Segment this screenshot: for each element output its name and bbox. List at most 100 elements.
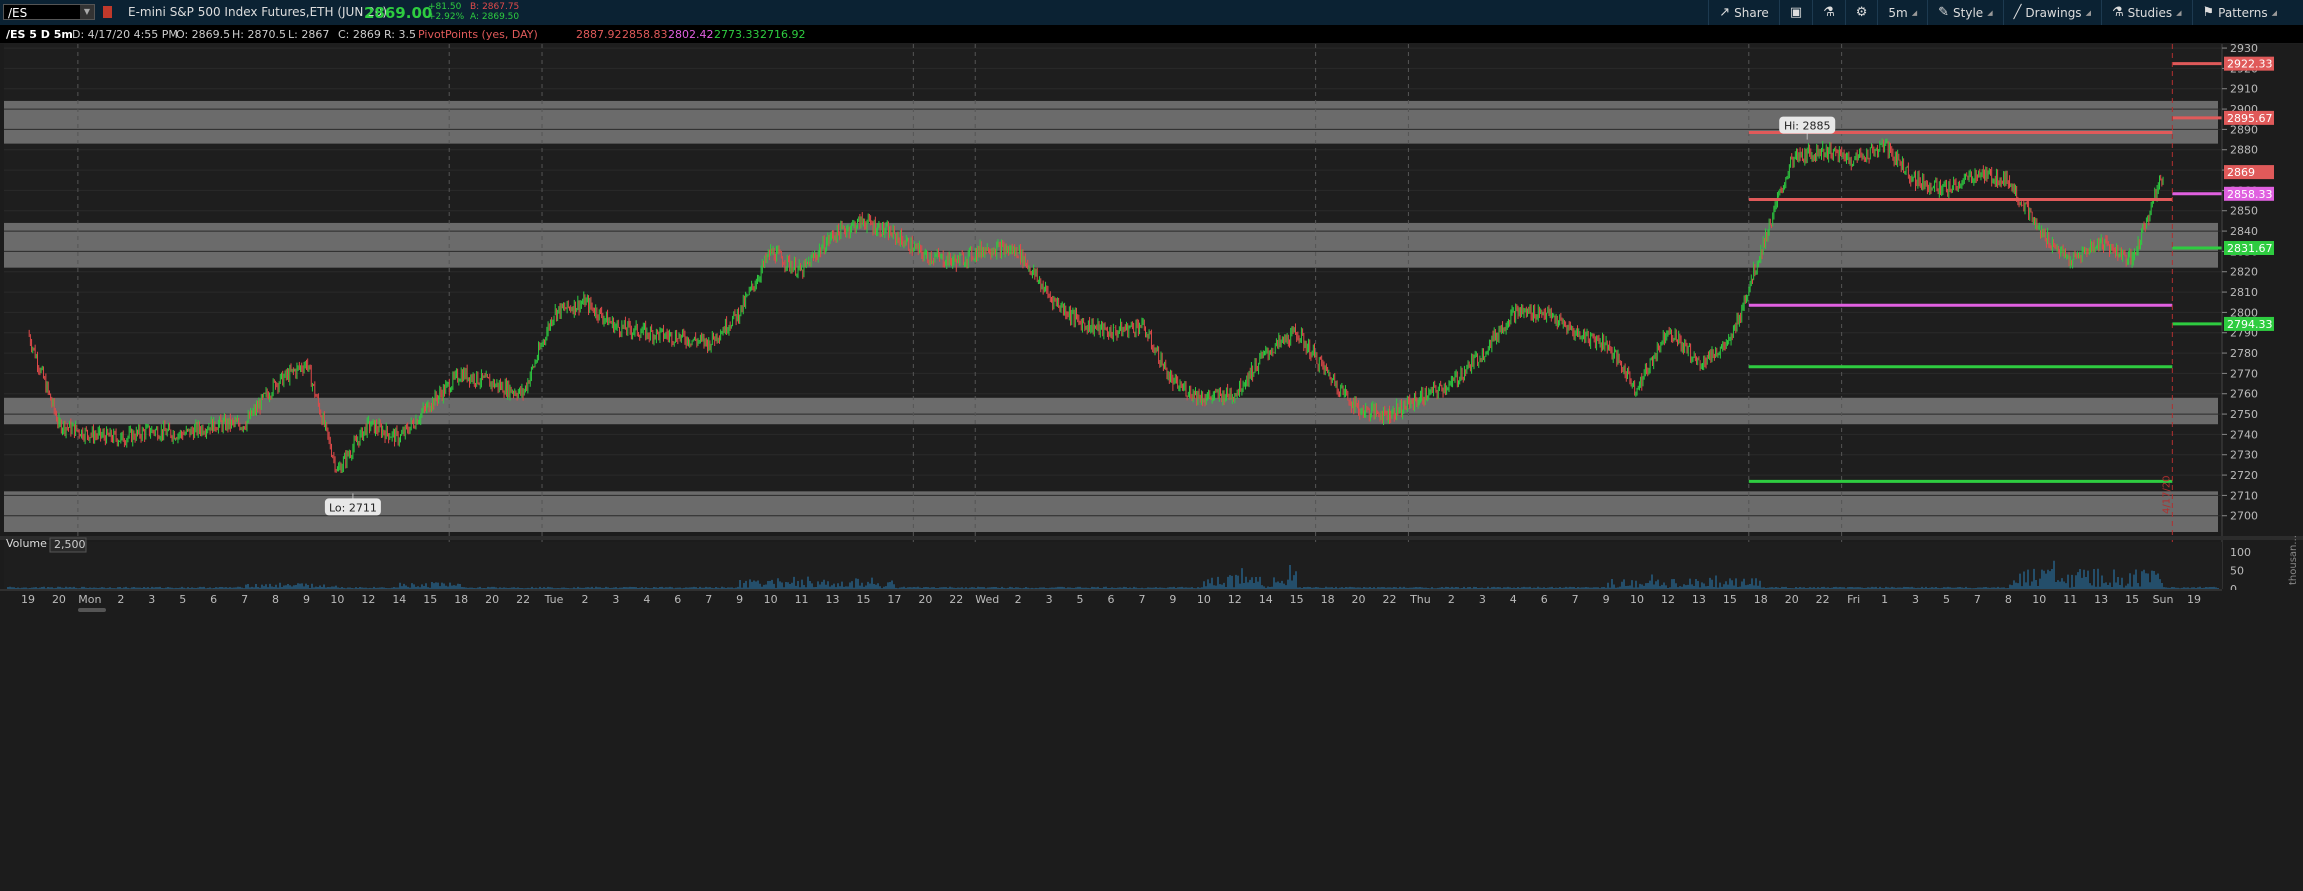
x-tick-label: Mon (78, 593, 101, 606)
change-percent: +2.92% (428, 12, 465, 22)
x-tick-label: 12 (1228, 593, 1242, 606)
share-button[interactable]: ↗ Share (1708, 0, 1779, 25)
patterns-button[interactable]: ⚑ Patterns ◢ (2191, 0, 2287, 25)
caret-icon: ◢ (1987, 8, 1993, 17)
y-tick-label: 2760 (2230, 388, 2258, 401)
bar-high: H: 2870.5 (232, 28, 286, 41)
symbol-input[interactable]: /ES ▼ (3, 4, 95, 20)
bar-range: R: 3.5 (384, 28, 417, 41)
x-tick-label: 13 (2094, 593, 2108, 606)
x-tick-label: 9 (1603, 593, 1610, 606)
x-tick-label: 11 (2063, 593, 2077, 606)
flask-button[interactable]: ⚗ (1812, 0, 1845, 25)
x-tick-label: 7 (705, 593, 712, 606)
x-tick-label: 5 (1077, 593, 1084, 606)
annotation-label: Hi: 2885 (1784, 120, 1831, 133)
x-tick-label: 10 (2032, 593, 2046, 606)
y-tick-label: 2890 (2230, 123, 2258, 136)
x-tick-label: 19 (21, 593, 35, 606)
x-tick-label: 3 (1046, 593, 1053, 606)
x-tick-label: 10 (330, 593, 344, 606)
x-tick-label: 2 (1448, 593, 1455, 606)
x-tick-label: 12 (1661, 593, 1675, 606)
x-tick-label: 2 (1015, 593, 1022, 606)
bid-ask: B: 2867.75 A: 2869.50 (470, 2, 519, 22)
y-tick-label: 2710 (2230, 489, 2258, 502)
y-tick-label: 2880 (2230, 144, 2258, 157)
caret-icon: ◢ (2176, 8, 2182, 17)
volume-scale-label: 2,500 (54, 538, 86, 551)
x-tick-label: Sun (2153, 593, 2174, 606)
chart-area[interactable]: 4/17/20 Hi: 2885 Lo: 2711 2700 2710 2720 2730 2… (0, 42, 2303, 891)
patterns-label: Patterns (2218, 5, 2268, 20)
drawings-button[interactable]: ╱ Drawings ◢ (2002, 0, 2101, 25)
volume-unit-label: thousan... (2288, 535, 2299, 585)
change-absolute: +81.50 (428, 2, 462, 12)
y-tick-label: 2840 (2230, 225, 2258, 238)
x-tick-label: 20 (485, 593, 499, 606)
x-tick-label: 7 (1138, 593, 1145, 606)
ask-price: A: 2869.50 (470, 12, 520, 22)
x-tick-label: 8 (2005, 593, 2012, 606)
timeframe-button[interactable]: 5m ◢ (1877, 0, 1927, 25)
x-tick-label: 6 (674, 593, 681, 606)
studies-button[interactable]: ⚗ Studies ◢ (2100, 0, 2192, 25)
x-tick-label: 15 (1290, 593, 1304, 606)
price-label: 2831.67 (2227, 242, 2273, 255)
x-tick-label: 9 (303, 593, 310, 606)
date-marker-label: 4/17/20 (2161, 475, 2172, 514)
x-tick-label: 1 (1881, 593, 1888, 606)
bar-open: O: 2869.5 (176, 28, 231, 41)
chart-info-bar: /ES 5 D 5m D: 4/17/20 4:55 PM O: 2869.5 … (0, 26, 2303, 43)
settings-button[interactable]: ⚙ (1844, 0, 1878, 25)
x-tick-label: 22 (1382, 593, 1396, 606)
x-tick-label: 4 (643, 593, 650, 606)
pencil-icon: ╱ (2013, 5, 2022, 20)
volume-label: Volume (6, 537, 47, 550)
x-tick-label: 9 (1169, 593, 1176, 606)
style-button[interactable]: ✎ Style ◢ (1927, 0, 2002, 25)
x-tick-label: 3 (1912, 593, 1919, 606)
volume-tick-label: 50 (2230, 565, 2244, 578)
x-tick-label: 8 (272, 593, 279, 606)
x-tick-label: 6 (210, 593, 217, 606)
style-icon: ✎ (1938, 5, 1950, 20)
y-tick-label: 2850 (2230, 205, 2258, 218)
chart-title[interactable]: /ES 5 D 5m (6, 26, 73, 43)
patterns-icon: ⚑ (2202, 5, 2215, 20)
gear-icon: ⚙ (1855, 5, 1868, 20)
price-chart[interactable]: 4/17/20Hi: 2885Lo: 271127002710272027302… (0, 42, 2303, 891)
x-tick-label: 7 (241, 593, 248, 606)
pivot-value: 2887.92 (576, 28, 622, 41)
caret-icon: ◢ (2085, 8, 2091, 17)
x-tick-label: 7 (1572, 593, 1579, 606)
flask-icon: ⚗ (2111, 5, 2124, 20)
x-tick-label: 18 (454, 593, 468, 606)
pivot-value: 2858.83 (622, 28, 668, 41)
x-tick-label: 14 (392, 593, 406, 606)
flag-icon[interactable] (103, 6, 112, 18)
y-tick-label: 2810 (2230, 286, 2258, 299)
chevron-down-icon[interactable]: ▼ (80, 5, 94, 19)
study-name[interactable]: PivotPoints (yes, DAY) (418, 26, 538, 43)
style-label: Style (1953, 5, 1984, 20)
x-tick-label: 13 (1692, 593, 1706, 606)
y-tick-label: 2750 (2230, 408, 2258, 421)
y-tick-label: 2820 (2230, 266, 2258, 279)
price-label: 2869 (2227, 166, 2255, 179)
x-tick-label: 14 (1259, 593, 1273, 606)
studies-label: Studies (2127, 5, 2173, 20)
zone-band (4, 222, 2218, 268)
snapshot-button[interactable]: ▣ (1778, 0, 1812, 25)
y-tick-label: 2730 (2230, 449, 2258, 462)
x-tick-label: 4 (1510, 593, 1517, 606)
volume-pane (4, 542, 2222, 589)
zone-band (4, 397, 2218, 425)
x-tick-label: Fri (1847, 593, 1860, 606)
flask-icon: ⚗ (1823, 5, 1835, 20)
drawings-label: Drawings (2025, 5, 2082, 20)
x-tick-label: 22 (949, 593, 963, 606)
x-tick-label: 5 (1943, 593, 1950, 606)
horizontal-scrollbar[interactable] (78, 608, 106, 612)
price-label: 2895.67 (2227, 112, 2273, 125)
